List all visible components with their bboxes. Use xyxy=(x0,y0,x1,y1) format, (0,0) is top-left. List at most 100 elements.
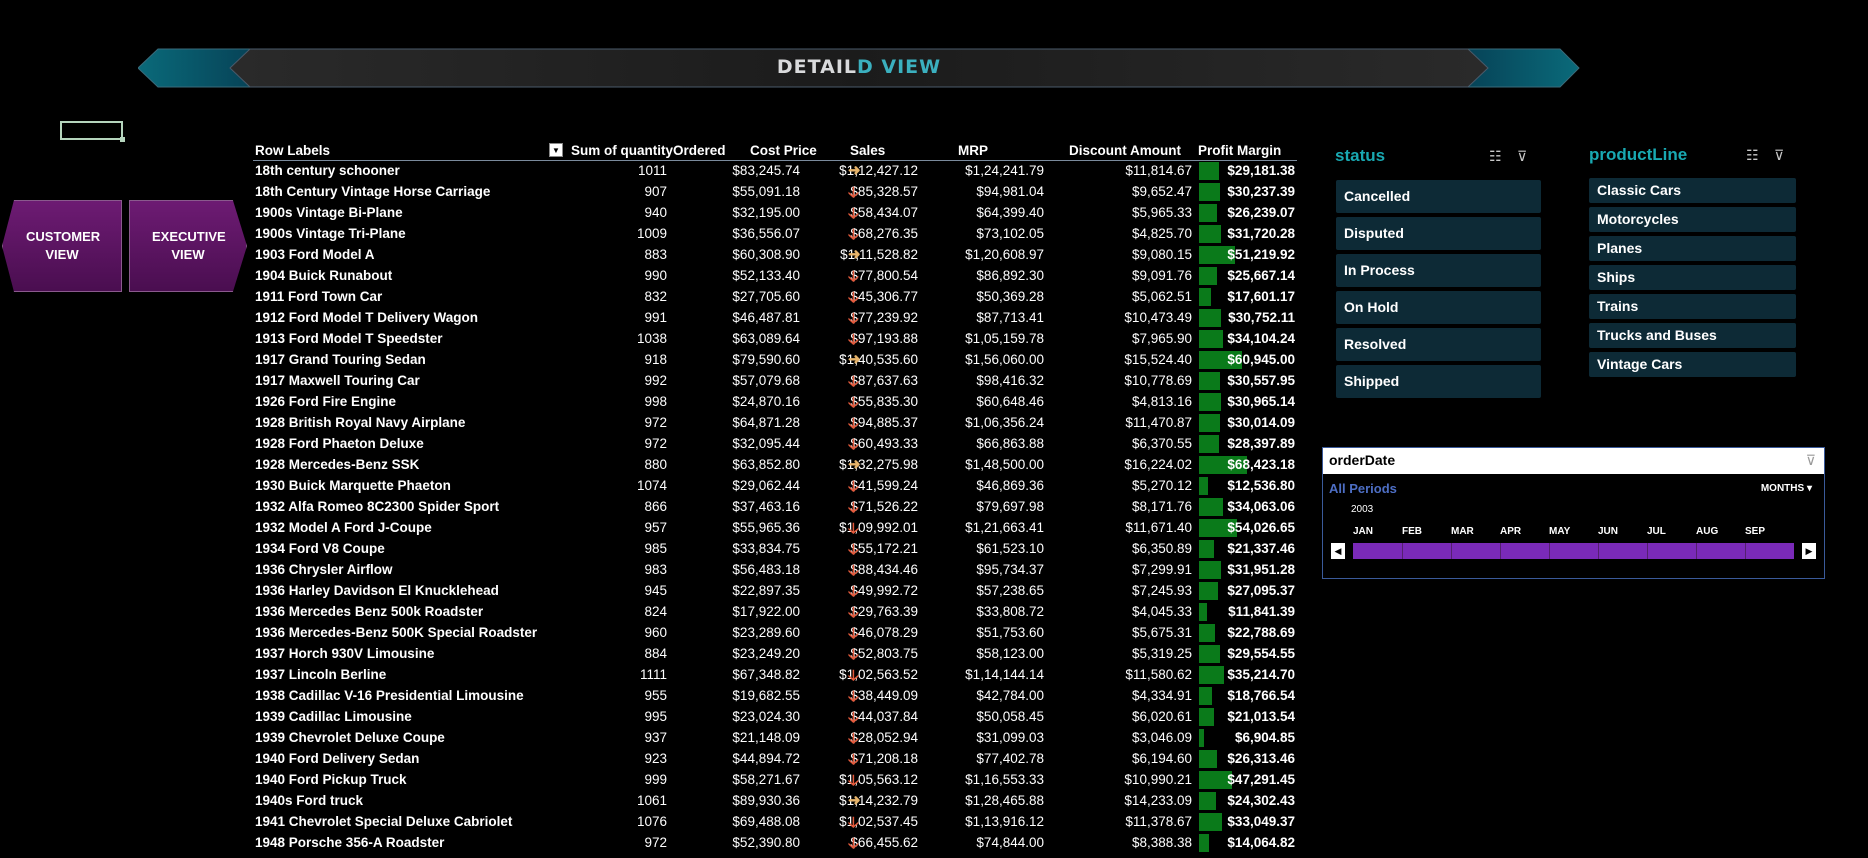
table-row[interactable]: 18th Century Vintage Horse Carriage 907 $5… xyxy=(253,182,1297,203)
timeline-month-label[interactable]: AUG xyxy=(1696,526,1718,537)
table-row[interactable]: 1934 Ford V8 Coupe 985 $33,834.75 $55,172.2… xyxy=(253,539,1297,560)
table-row[interactable]: 1911 Ford Town Car 832 $27,705.60 $45,306.7… xyxy=(253,287,1297,308)
table-row[interactable]: 1948 Porsche 356-A Roadster 972 $52,390.80… xyxy=(253,833,1297,854)
product-name: 1937 Horch 930V Limousine xyxy=(255,646,435,661)
table-row[interactable]: 1932 Alfa Romeo 8C2300 Spider Sport 866 $3… xyxy=(253,497,1297,518)
mrp-value: $1,24,241.79 xyxy=(965,163,1044,178)
table-row[interactable]: 1904 Buick Runabout 990 $52,133.40 $77,800.… xyxy=(253,266,1297,287)
timeline-month-label[interactable]: SEP xyxy=(1745,526,1765,537)
table-row[interactable]: 1903 Ford Model A 883 $60,308.90 $1,11,528.… xyxy=(253,245,1297,266)
selected-cell[interactable] xyxy=(60,121,125,142)
timeline-month-label[interactable]: MAY xyxy=(1549,526,1570,537)
table-row[interactable]: 1928 Ford Phaeton Deluxe 972 $32,095.44 $60… xyxy=(253,434,1297,455)
quantity-value: 990 xyxy=(644,268,667,283)
table-row[interactable]: 1912 Ford Model T Delivery Wagon 991 $46,4… xyxy=(253,308,1297,329)
table-row[interactable]: 1936 Harley Davidson El Knucklehead 945 $2… xyxy=(253,581,1297,602)
mrp-value: $60,648.46 xyxy=(976,394,1044,409)
quantity-value: 972 xyxy=(644,415,667,430)
timeline-month-label[interactable]: APR xyxy=(1500,526,1521,537)
productline-item[interactable]: Classic Cars xyxy=(1589,178,1796,203)
discount-value: $10,778.69 xyxy=(1124,373,1192,388)
productline-item[interactable]: Planes xyxy=(1589,236,1796,261)
table-row[interactable]: 1932 Model A Ford J-Coupe 957 $55,965.36 $1… xyxy=(253,518,1297,539)
profit-margin-value: $21,013.54 xyxy=(1227,709,1295,724)
sales-value: $77,800.54 xyxy=(850,268,918,283)
mrp-value: $1,16,553.33 xyxy=(965,772,1044,787)
table-row[interactable]: 1939 Cadillac Limousine 995 $23,024.30 $44,… xyxy=(253,707,1297,728)
table-row[interactable]: 1940 Ford Delivery Sedan 923 $44,894.72 $71… xyxy=(253,749,1297,770)
table-row[interactable]: 1937 Lincoln Berline 1111 $67,348.82 $1,02,… xyxy=(253,665,1297,686)
table-row[interactable]: 1913 Ford Model T Speedster 1038 $63,089.6… xyxy=(253,329,1297,350)
productline-item[interactable]: Motorcycles xyxy=(1589,207,1796,232)
productline-item[interactable]: Vintage Cars xyxy=(1589,352,1796,377)
table-row[interactable]: 1928 Mercedes-Benz SSK 880 $63,852.80 $1,32… xyxy=(253,455,1297,476)
arrow-right-icon: ➜ xyxy=(848,456,861,473)
profit-margin-value: $51,219.92 xyxy=(1227,247,1295,262)
timeline-selection-bar[interactable] xyxy=(1353,543,1794,559)
table-row[interactable]: 1900s Vintage Tri-Plane 1009 $36,556.07 $68… xyxy=(253,224,1297,245)
customer-view-button[interactable]: CUSTOMER VIEW xyxy=(2,200,122,292)
timeline-month-label[interactable]: JAN xyxy=(1353,526,1373,537)
table-row[interactable]: 1940 Ford Pickup Truck 999 $58,271.67 $1,05… xyxy=(253,770,1297,791)
title-part-b: D VIEW xyxy=(857,56,942,78)
table-row[interactable]: 1936 Mercedes-Benz 500K Special Roadster… xyxy=(253,623,1297,644)
discount-value: $9,652.47 xyxy=(1131,184,1192,199)
executive-view-button[interactable]: EXECUTIVE VIEW xyxy=(129,200,247,292)
quantity-value: 945 xyxy=(644,583,667,598)
table-row[interactable]: 1930 Buick Marquette Phaeton 1074 $29,062.… xyxy=(253,476,1297,497)
timeline-month-label[interactable]: JUN xyxy=(1598,526,1618,537)
timeline-month-label[interactable]: FEB xyxy=(1402,526,1422,537)
productline-item[interactable]: Ships xyxy=(1589,265,1796,290)
multi-select-icon[interactable]: ☷ xyxy=(1489,148,1508,165)
multi-select-icon[interactable]: ☷ xyxy=(1746,147,1765,164)
profit-data-bar xyxy=(1199,624,1215,642)
status-item[interactable]: Shipped xyxy=(1336,365,1541,398)
mrp-value: $79,697.98 xyxy=(976,499,1044,514)
cost-price-value: $69,488.08 xyxy=(732,814,800,829)
table-row[interactable]: 1941 Chevrolet Special Deluxe Cabriolet 1… xyxy=(253,812,1297,833)
table-row[interactable]: 1936 Chrysler Airflow 983 $56,483.18 $88,43… xyxy=(253,560,1297,581)
clear-filter-icon[interactable]: ⊽ xyxy=(1774,147,1790,164)
table-row[interactable]: 1928 British Royal Navy Airplane 972 $64,8… xyxy=(253,413,1297,434)
table-row[interactable]: 1926 Ford Fire Engine 998 $24,870.16 $55,83… xyxy=(253,392,1297,413)
table-row[interactable]: 1940s Ford truck 1061 $89,930.36 $1,14,232.… xyxy=(253,791,1297,812)
profit-data-bar xyxy=(1199,813,1222,831)
timeline-month-label[interactable]: MAR xyxy=(1451,526,1474,537)
table-row[interactable]: 1939 Chevrolet Deluxe Coupe 937 $21,148.09… xyxy=(253,728,1297,749)
profit-margin-value: $30,557.95 xyxy=(1227,373,1295,388)
clear-filter-icon[interactable]: ⊽ xyxy=(1806,452,1816,469)
status-item[interactable]: Cancelled xyxy=(1336,180,1541,213)
status-item[interactable]: In Process xyxy=(1336,254,1541,287)
status-item[interactable]: On Hold xyxy=(1336,291,1541,324)
sales-value: $71,526.22 xyxy=(850,499,918,514)
productline-item[interactable]: Trucks and Buses xyxy=(1589,323,1796,348)
profit-data-bar xyxy=(1199,204,1217,222)
status-item[interactable]: Resolved xyxy=(1336,328,1541,361)
discount-value: $7,299.91 xyxy=(1131,562,1192,577)
profit-data-bar xyxy=(1199,225,1221,243)
status-item[interactable]: Disputed xyxy=(1336,217,1541,250)
table-row[interactable]: 1900s Vintage Bi-Plane 940 $32,195.00 $58,4… xyxy=(253,203,1297,224)
scroll-left-icon[interactable]: ◀ xyxy=(1331,543,1345,559)
table-row[interactable]: 1937 Horch 930V Limousine 884 $23,249.20 $5… xyxy=(253,644,1297,665)
table-row[interactable]: 1936 Mercedes Benz 500k Roadster 824 $17,9… xyxy=(253,602,1297,623)
table-row[interactable]: 1938 Cadillac V-16 Presidential Limousin… xyxy=(253,686,1297,707)
sales-value: $77,239.92 xyxy=(850,310,918,325)
scroll-right-icon[interactable]: ▶ xyxy=(1802,543,1816,559)
profit-margin-value: $24,302.43 xyxy=(1227,793,1295,808)
product-name: 1936 Mercedes Benz 500k Roadster xyxy=(255,604,484,619)
table-row[interactable]: 1917 Grand Touring Sedan 918 $79,590.60 $1,… xyxy=(253,350,1297,371)
table-row[interactable]: 1917 Maxwell Touring Car 992 $57,079.68 $87… xyxy=(253,371,1297,392)
clear-filter-icon[interactable]: ⊽ xyxy=(1517,148,1533,165)
mrp-value: $1,48,500.00 xyxy=(965,457,1044,472)
discount-value: $11,470.87 xyxy=(1125,415,1192,430)
timeline-title: orderDate xyxy=(1329,452,1396,468)
product-name: 1940 Ford Delivery Sedan xyxy=(255,751,420,766)
timeline-level-dropdown[interactable]: MONTHS ▾ xyxy=(1761,483,1812,494)
table-row[interactable]: 18th century schooner 1011 $83,245.74 $1,12… xyxy=(253,161,1297,182)
cost-price-value: $21,148.09 xyxy=(732,730,800,745)
productline-item[interactable]: Trains xyxy=(1589,294,1796,319)
timeline-month-label[interactable]: JUL xyxy=(1647,526,1666,537)
discount-value: $4,334.91 xyxy=(1131,688,1192,703)
row-filter-dropdown-icon[interactable]: ▼ xyxy=(549,143,563,157)
